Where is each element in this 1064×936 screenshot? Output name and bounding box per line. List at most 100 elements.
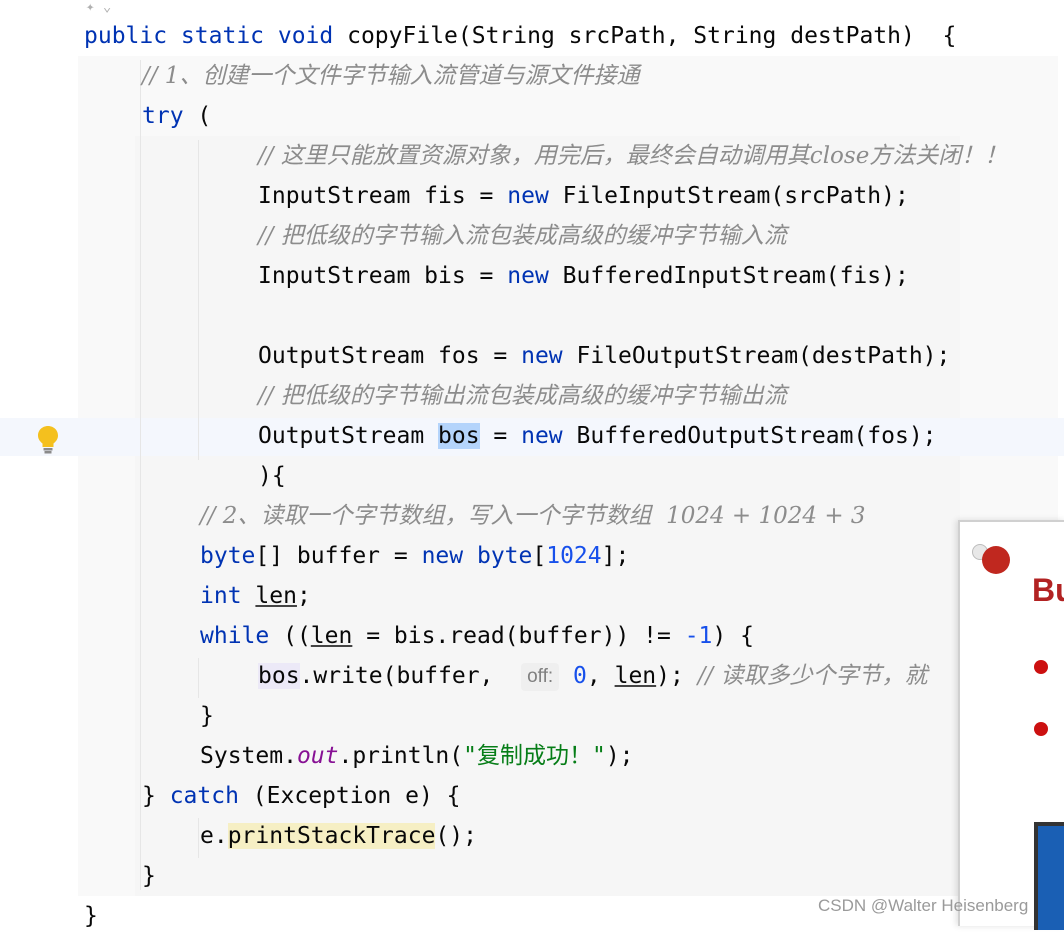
number-token: 1024 (546, 543, 602, 569)
parameter-hint: off: (521, 662, 560, 691)
comment-token: // 把低级的字节输入流包装成高级的缓冲字节输入流 (258, 223, 787, 249)
code-token: ); (656, 663, 698, 689)
variable-token: len (310, 623, 353, 649)
indent-guide (140, 60, 141, 890)
code-token: .write(buffer, (299, 663, 522, 689)
code-line-comment-input[interactable]: // 把低级的字节输入流包装成高级的缓冲字节输入流 (258, 216, 787, 256)
slide-title: Bu (1032, 572, 1064, 608)
variable-token: len (255, 583, 297, 609)
keyword-token: while (200, 623, 270, 649)
code-token: e. (200, 823, 228, 849)
code-line-comment-2[interactable]: // 2、读取一个字节数组，写入一个字节数组 1024 + 1024 + 3 (200, 496, 866, 536)
identifier-usage-highlight[interactable]: bos (258, 663, 300, 689)
code-line-fis[interactable]: InputStream fis = new FileInputStream(sr… (258, 176, 909, 216)
code-line-println[interactable]: System.out.println("复制成功！"); (200, 736, 634, 776)
code-line-printstacktrace[interactable]: e.printStackTrace(); (200, 816, 477, 856)
code-token: OutputStream (258, 423, 439, 449)
keyword-token: public static void (84, 23, 348, 49)
slide-bullet (1034, 722, 1048, 736)
code-token: .println( (338, 743, 464, 769)
code-token: BufferedInputStream(fis); (548, 263, 909, 289)
code-token: (); (435, 823, 477, 849)
code-line-try[interactable]: try ( (142, 96, 211, 136)
number-token: 0 (573, 663, 587, 689)
code-line-comment-1[interactable]: // 1、创建一个文件字节输入流管道与源文件接通 (142, 56, 639, 96)
code-line-method-close[interactable]: } (84, 896, 98, 936)
code-token: FileOutputStream(destPath); (562, 343, 951, 369)
code-line-while-close[interactable]: } (200, 696, 214, 736)
code-line-bos[interactable]: OutputStream bos = new BufferedOutputStr… (258, 416, 937, 456)
code-token: = (479, 423, 522, 449)
code-token: } (142, 783, 170, 809)
code-token: (( (269, 623, 311, 649)
keyword-token: byte (200, 543, 256, 569)
code-token: copyFile(String srcPath, String destPath… (347, 23, 957, 49)
keyword-token: new (421, 543, 464, 569)
code-token: } (84, 903, 98, 929)
watermark: CSDN @Walter Heisenberg (818, 896, 1029, 915)
keyword-token: new (521, 423, 563, 449)
sparkle-icon: ✦ ⌄ (86, 0, 112, 15)
code-token: OutputStream fos = (258, 343, 522, 369)
keyword-token: try (142, 103, 184, 129)
code-line-bis[interactable]: InputStream bis = new BufferedInputStrea… (258, 256, 909, 296)
indent-guide (198, 818, 199, 858)
code-line-while[interactable]: while ((len = bis.read(buffer)) != -1) { (200, 616, 754, 656)
code-line-comment-resources[interactable]: // 这里只能放置资源对象，用完后，最终会自动调用其close方法关闭！！ (258, 136, 1007, 176)
slide-logo-icon (982, 546, 1010, 574)
code-token: ); (605, 743, 634, 769)
code-token: ; (296, 583, 311, 609)
keyword-token: int (200, 583, 242, 609)
code-line-method-signature[interactable]: public static void copyFile(String srcPa… (84, 16, 956, 56)
comment-token: // 这里只能放置资源对象，用完后，最终会自动调用其close方法关闭！！ (258, 143, 1008, 169)
keyword-token: catch (169, 783, 239, 809)
code-token: ]; (601, 543, 630, 569)
code-token: (Exception e) { (238, 783, 461, 809)
comment-token: // 读取多少个字节，就 (697, 663, 928, 689)
code-token: } (142, 863, 156, 889)
slide-blue-panel (1034, 822, 1064, 930)
code-token: System. (200, 743, 297, 769)
static-field-token: out (296, 743, 339, 769)
code-line-fos[interactable]: OutputStream fos = new FileOutputStream(… (258, 336, 950, 376)
code-line-buffer[interactable]: byte[] buffer = new byte[1024]; (200, 536, 629, 576)
code-line-write[interactable]: bos.write(buffer, off: 0, len); // 读取多少个… (258, 656, 928, 696)
slide-bullet (1034, 660, 1048, 674)
code-token: , (586, 663, 615, 689)
code-token: = bis.read(buffer)) != (352, 623, 685, 649)
overlay-slide-window[interactable]: Bu (958, 520, 1064, 930)
code-token: [ (532, 543, 547, 569)
keyword-token: byte (476, 543, 533, 569)
indent-guide (198, 658, 199, 698)
code-token: BufferedOutputStream(fos); (562, 423, 937, 449)
code-line-len[interactable]: int len; (200, 576, 311, 616)
variable-token: len (614, 663, 657, 689)
code-token: ( (183, 103, 212, 129)
code-line-catch[interactable]: } catch (Exception e) { (142, 776, 461, 816)
keyword-token: new (507, 183, 549, 209)
code-token: InputStream bis = (258, 263, 508, 289)
string-token: "复制成功！" (463, 743, 606, 769)
editor-gutter (0, 0, 78, 924)
keyword-token: new (521, 343, 563, 369)
comment-token: // 1、创建一个文件字节输入流管道与源文件接通 (142, 63, 640, 89)
comment-token: // 2、读取一个字节数组，写入一个字节数组 1024 + 1024 + 3 (200, 503, 866, 529)
code-line-comment-output[interactable]: // 把低级的字节输出流包装成高级的缓冲字节输出流 (258, 376, 787, 416)
warning-highlight[interactable]: printStackTrace (227, 823, 436, 849)
code-line-close-resources[interactable]: ){ (258, 456, 286, 496)
selected-identifier[interactable]: bos (438, 423, 480, 449)
indent-guide (198, 140, 199, 460)
code-token: ){ (258, 463, 286, 489)
number-token: -1 (684, 623, 713, 649)
comment-token: // 把低级的字节输出流包装成高级的缓冲字节输出流 (258, 383, 787, 409)
code-token: ) { (712, 623, 754, 649)
code-token: FileInputStream(srcPath); (548, 183, 909, 209)
keyword-token: new (507, 263, 549, 289)
code-line-catch-close[interactable]: } (142, 856, 156, 896)
lightbulb-icon[interactable] (36, 424, 60, 454)
code-token: } (200, 703, 214, 729)
code-token: InputStream fis = (258, 183, 508, 209)
code-token: [] buffer = (255, 543, 422, 569)
